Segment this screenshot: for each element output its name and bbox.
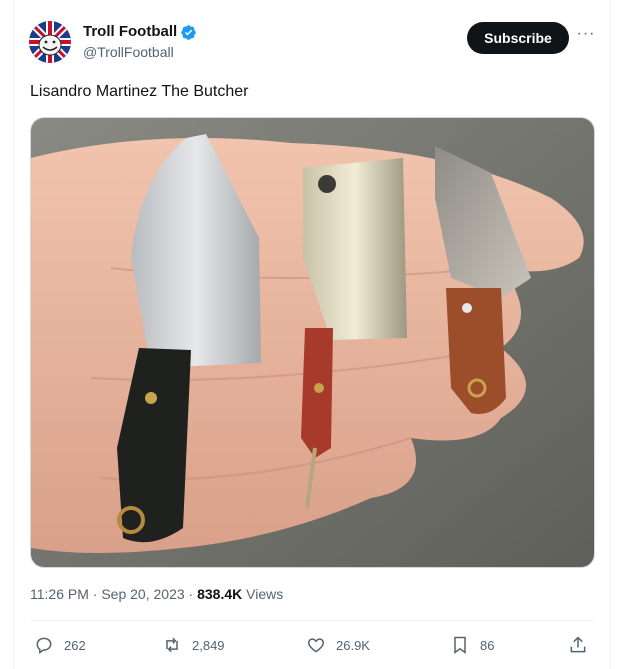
tweet-meta: 11:26 PM · Sep 20, 2023 · 838.4K Views (30, 586, 283, 602)
subscribe-button[interactable]: Subscribe (467, 22, 569, 54)
separator: · (92, 586, 98, 602)
repost-icon (166, 637, 178, 653)
bookmark-button[interactable]: 86 (450, 632, 494, 658)
share-button[interactable] (568, 632, 588, 658)
tweet-time[interactable]: 11:26 PM (30, 586, 89, 602)
bookmark-count: 86 (480, 637, 495, 653)
union-jack-troll-avatar-icon (29, 21, 71, 63)
like-button[interactable]: 26.9K (306, 632, 370, 658)
photo-of-three-mini-knives-on-hand-icon (31, 118, 594, 567)
more-options-icon[interactable]: ··· (576, 26, 596, 47)
handle[interactable]: @TrollFootball (83, 44, 174, 60)
repost-count: 2,849 (192, 637, 225, 653)
views-label: Views (246, 586, 284, 602)
divider (30, 620, 595, 621)
tweet-text: Lisandro Martinez The Butcher (30, 83, 249, 100)
bookmark-icon (454, 636, 466, 654)
reply-icon (36, 637, 52, 654)
separator: · (188, 586, 194, 602)
display-name[interactable]: Troll Football (83, 23, 177, 40)
right-border (610, 0, 611, 669)
tweet-media-image[interactable] (30, 117, 595, 568)
views-count: 838.4K (197, 586, 243, 602)
like-count: 26.9K (336, 637, 370, 653)
avatar[interactable] (29, 21, 71, 63)
left-border (13, 0, 14, 669)
tweet-date[interactable]: Sep 20, 2023 (101, 586, 184, 602)
verified-badge-icon (181, 25, 196, 40)
heart-icon (307, 638, 325, 653)
reply-button[interactable]: 262 (34, 632, 86, 658)
share-icon (570, 636, 586, 653)
repost-button[interactable]: 2,849 (162, 632, 225, 658)
reply-count: 262 (64, 637, 86, 653)
